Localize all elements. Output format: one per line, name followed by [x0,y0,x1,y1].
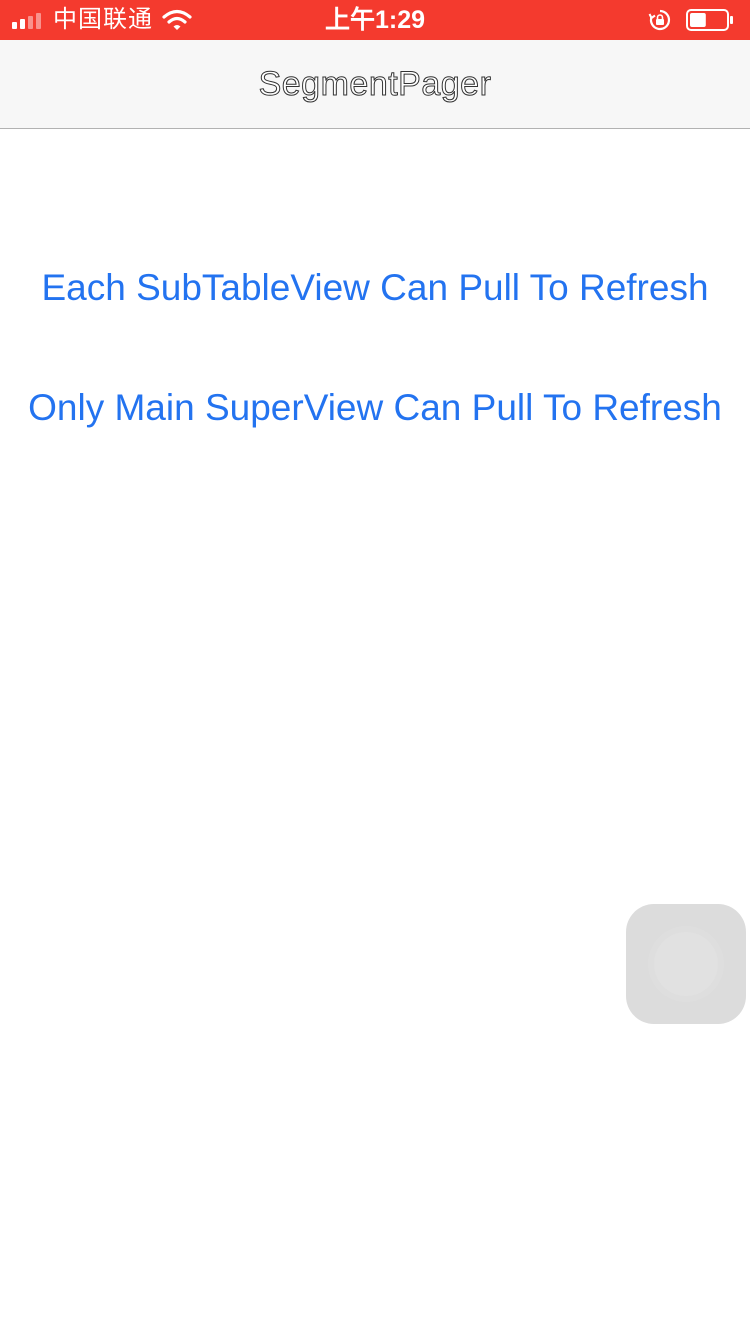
main-superview-refresh-button[interactable]: Only Main SuperView Can Pull To Refresh [0,386,750,430]
battery-icon [686,9,733,31]
screen: 中国联通 上午1:29 SegmentPager Each SubTableVi… [0,0,750,1334]
main-content: Each SubTableView Can Pull To Refresh On… [0,129,750,1334]
each-subtableview-refresh-button[interactable]: Each SubTableView Can Pull To Refresh [0,266,750,310]
navigation-bar: SegmentPager [0,40,750,129]
assistive-touch-button[interactable] [626,904,746,1024]
status-time: 上午1:29 [324,6,426,34]
status-bar: 中国联通 上午1:29 [0,0,750,40]
assistive-touch-icon [654,932,718,996]
page-title: SegmentPager [258,65,492,104]
rotation-lock-icon [648,9,671,31]
